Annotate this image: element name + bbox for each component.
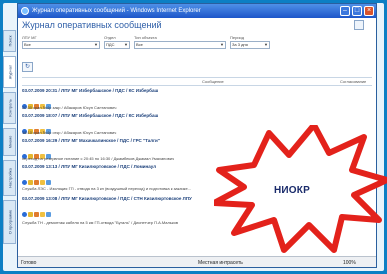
close-button[interactable]: × bbox=[364, 6, 374, 16]
folder-icon[interactable] bbox=[34, 212, 39, 217]
ie-icon bbox=[21, 7, 29, 15]
page-menu-icon[interactable] bbox=[354, 20, 364, 30]
tab-journal[interactable]: Журнал bbox=[3, 56, 16, 88]
maximize-button[interactable]: □ bbox=[352, 6, 362, 16]
sign-icon[interactable] bbox=[28, 180, 33, 185]
event-note: 18:10 кран №4р откр / Абакаров Юсуп Салт… bbox=[22, 130, 117, 135]
filter-object-type: Тип объекта Все ▼ bbox=[134, 35, 226, 49]
tab-label: Настройка bbox=[7, 168, 12, 188]
filter-ltu: ЛПУ МГ Все ▼ bbox=[22, 35, 100, 49]
page-title: Журнал оперативных сообщений bbox=[22, 20, 162, 30]
tab-mnemo[interactable]: Мнемо bbox=[3, 128, 16, 156]
arrow-icon[interactable] bbox=[46, 180, 51, 185]
table-header: Сообщение Согласование bbox=[22, 77, 372, 86]
burst-label: НИОКР bbox=[274, 185, 310, 196]
info-icon[interactable] bbox=[22, 180, 27, 185]
chevron-down-icon: ▼ bbox=[220, 42, 224, 47]
filter-period: Период За 3 дня ▼ bbox=[230, 35, 270, 49]
minimize-button[interactable]: – bbox=[340, 6, 350, 16]
event-title[interactable]: 03.07.2009 20:31 / ЛПУ МГ Избербашское /… bbox=[22, 88, 158, 93]
event-note: 20:30 кран №4р закр / Абакаров Юсуп Салт… bbox=[22, 105, 117, 110]
select-value: Все bbox=[136, 42, 143, 47]
tab-label: О программе bbox=[7, 209, 12, 235]
column-approval: Согласование bbox=[340, 79, 367, 84]
event-note: переход на резервное питание с 20:45 по … bbox=[22, 156, 175, 161]
event-title[interactable]: 03.07.2009 16:29 / ЛПУ МГ Махачкалинское… bbox=[22, 138, 160, 143]
tab-label: Контроль bbox=[7, 99, 12, 117]
chevron-down-icon: ▼ bbox=[94, 42, 98, 47]
event-note: Служба ТН - демонтаж кабеля на 5 км ГП-о… bbox=[22, 220, 179, 225]
select-value: Все bbox=[24, 42, 31, 47]
event-title[interactable]: 03.07.2009 13:13 / ЛПУ МГ Кизилюртовское… bbox=[22, 164, 156, 169]
dept-select[interactable]: ПДС ▼ bbox=[104, 41, 130, 49]
event-title[interactable]: 03.07.2009 13:08 / ЛПУ МГ Кизилюртовское… bbox=[22, 196, 192, 201]
side-tabs: Поиск Журнал Контроль Мнемо Настройка О … bbox=[3, 20, 17, 268]
event-actions bbox=[22, 121, 52, 134]
select-value: За 3 дня bbox=[232, 42, 248, 47]
tab-label: Поиск bbox=[7, 35, 12, 47]
title-bar: Журнал оперативных сообщений - Windows I… bbox=[18, 4, 376, 18]
refresh-icon: ↻ bbox=[24, 64, 31, 70]
info-icon[interactable] bbox=[22, 212, 27, 217]
event-note: Служба ЛЭС - Изоляция ГП - отвода на 3 к… bbox=[22, 186, 192, 191]
mail-icon[interactable] bbox=[40, 180, 45, 185]
mail-icon[interactable] bbox=[40, 212, 45, 217]
folder-icon[interactable] bbox=[34, 180, 39, 185]
tab-settings[interactable]: Настройка bbox=[3, 160, 16, 196]
status-text: Готово bbox=[21, 260, 37, 266]
filter-label: Тип объекта bbox=[134, 35, 157, 40]
period-select[interactable]: За 3 дня ▼ bbox=[230, 41, 270, 49]
chevron-down-icon: ▼ bbox=[264, 42, 268, 47]
select-value: ПДС bbox=[106, 42, 115, 47]
status-bar: Готово Местная интрасеть 100% bbox=[18, 256, 376, 267]
tab-label: Журнал bbox=[7, 64, 12, 80]
event-actions bbox=[22, 146, 52, 159]
filter-label: Отдел bbox=[104, 35, 116, 40]
filter-label: Период bbox=[230, 35, 245, 40]
filter-dept: Отдел ПДС ▼ bbox=[104, 35, 130, 49]
column-message: Сообщение bbox=[202, 79, 224, 84]
tab-about[interactable]: О программе bbox=[3, 200, 16, 244]
event-actions bbox=[22, 172, 52, 185]
filter-bar: ЛПУ МГ Все ▼ Отдел ПДС ▼ Тип объекта Все ▼ … bbox=[22, 35, 372, 55]
sign-icon[interactable] bbox=[28, 212, 33, 217]
window-title: Журнал оперативных сообщений - Windows I… bbox=[32, 8, 201, 14]
ltu-select[interactable]: Все ▼ bbox=[22, 41, 100, 49]
tab-control[interactable]: Контроль bbox=[3, 92, 16, 124]
event-title[interactable]: 03.07.2009 18:07 / ЛПУ МГ Избербашское /… bbox=[22, 113, 158, 118]
zoom-level[interactable]: 100% bbox=[343, 257, 356, 267]
security-zone: Местная интрасеть bbox=[198, 260, 243, 266]
tab-search[interactable]: Поиск bbox=[3, 30, 16, 52]
chevron-down-icon: ▼ bbox=[124, 42, 128, 47]
event-actions bbox=[22, 204, 52, 217]
callout-burst: НИОКР bbox=[214, 125, 387, 255]
event-actions bbox=[22, 96, 52, 109]
tab-label: Мнемо bbox=[7, 135, 12, 149]
object-type-select[interactable]: Все ▼ bbox=[134, 41, 226, 49]
arrow-icon[interactable] bbox=[46, 212, 51, 217]
filter-label: ЛПУ МГ bbox=[22, 35, 37, 40]
refresh-button[interactable]: ↻ bbox=[22, 62, 33, 72]
